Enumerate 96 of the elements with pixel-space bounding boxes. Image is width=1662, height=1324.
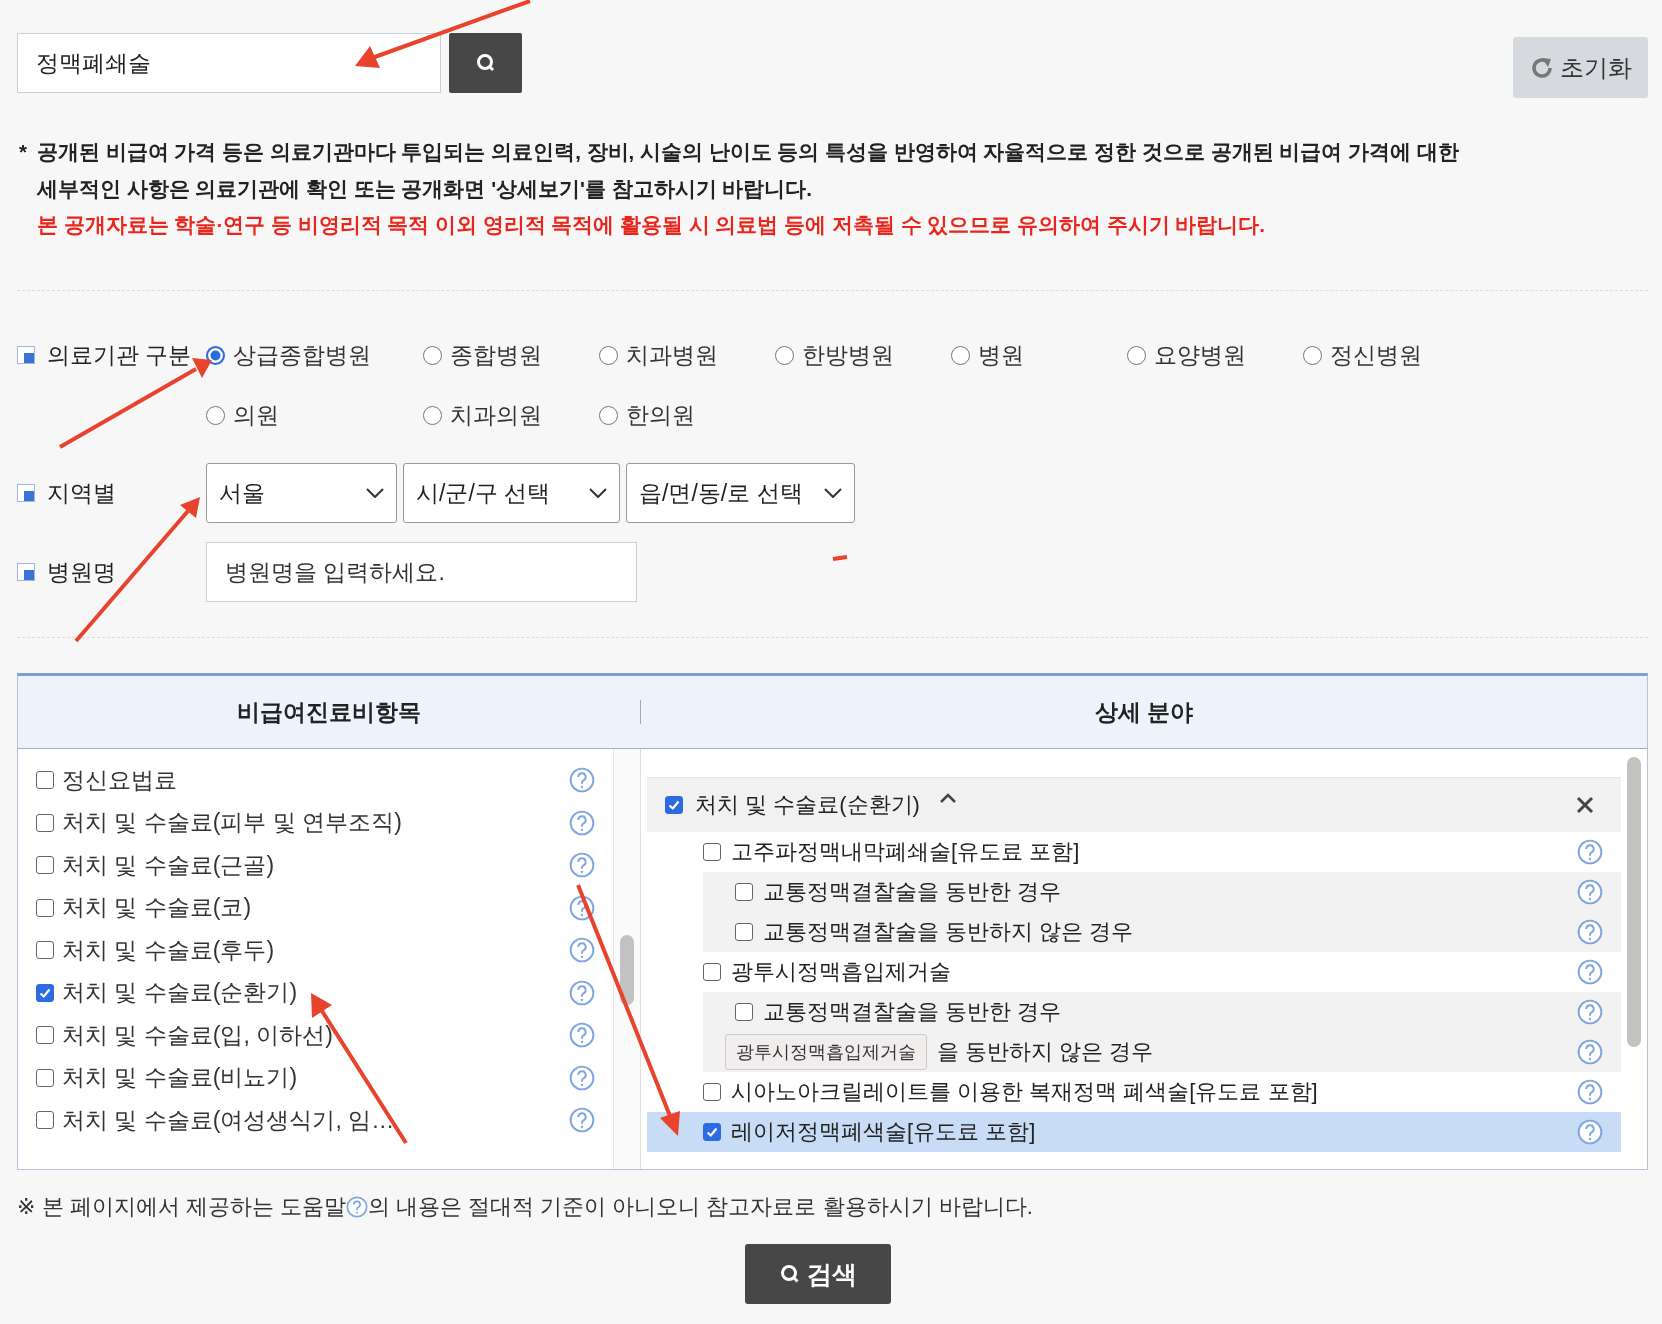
detail-label: 교통정맥결찰술을 동반한 경우 (763, 998, 1062, 1026)
category-label[interactable]: 처치 및 수술료(입, 이하선) (62, 1019, 333, 1051)
sub-detail-row[interactable]: 광투시정맥흡입제거술 을 동반하지 않은 경우 (703, 1032, 1621, 1072)
help-icon[interactable] (569, 937, 595, 964)
checkbox[interactable] (36, 1026, 54, 1045)
checkbox[interactable] (36, 1068, 54, 1087)
help-icon[interactable] (1577, 1079, 1603, 1105)
help-icon[interactable] (569, 979, 595, 1006)
help-icon[interactable] (1577, 1039, 1603, 1065)
detail-label: 광투시정맥흡입제거술 (731, 958, 951, 986)
help-icon[interactable] (1577, 1119, 1603, 1145)
warning-text: 본 공개자료는 학술·연구 등 비영리적 목적 이외 영리적 목적에 활용될 시 의료법 등에 저촉될 수 있으므로 유의하여 주시기 바랍니다. (37, 212, 1267, 238)
filter-label: 병원명 (47, 557, 116, 587)
radio-option[interactable]: 병원 (951, 335, 1075, 375)
checkbox[interactable] (36, 856, 54, 875)
help-icon[interactable] (569, 809, 595, 836)
column-header: 상세 분야 (1093, 697, 1195, 727)
dropdown[interactable]: 시/군/구 선택 (403, 463, 620, 523)
detail-label: 교통정맥결찰술을 동반하지 않은 경우 (763, 918, 1134, 946)
search-icon (778, 1263, 801, 1285)
category-label[interactable]: 처치 및 수술료(비뇨기) (62, 1062, 298, 1094)
category-label[interactable]: 처치 및 수술료(피부 및 연부조직) (62, 807, 402, 839)
help-icon[interactable] (1577, 879, 1603, 905)
radio-option[interactable]: 치과의원 (423, 395, 547, 435)
checkbox[interactable] (735, 883, 753, 901)
checkbox[interactable] (36, 941, 54, 960)
checkbox[interactable] (703, 963, 721, 981)
help-icon[interactable] (569, 894, 595, 921)
checkbox[interactable] (36, 813, 54, 832)
search-button[interactable]: 검색 (744, 1244, 891, 1304)
radio-option[interactable]: 요양병원 (1127, 335, 1251, 375)
detail-row[interactable]: 레이저정맥폐색술[유도료 포함] (647, 1112, 1621, 1152)
help-icon[interactable] (1577, 999, 1603, 1025)
checkbox[interactable] (36, 1111, 54, 1130)
square-bullet-icon (17, 484, 35, 502)
detail-label: 레이저정맥폐색술[유도료 포함] (731, 1118, 1036, 1146)
square-bullet-icon (17, 563, 35, 581)
checkbox[interactable] (665, 796, 683, 814)
category-label[interactable]: 처치 및 수술료(근골) (62, 849, 275, 881)
category-label[interactable]: 처치 및 수술료(순환기) (62, 977, 298, 1009)
chevron-down-icon (589, 488, 607, 498)
help-icon[interactable] (1577, 919, 1603, 945)
radio-option[interactable]: 정신병원 (1303, 335, 1427, 375)
category-label[interactable]: 처치 및 수술료(여성생식기, 임… (62, 1104, 395, 1136)
filter-label: 지역별 (47, 478, 116, 508)
checkbox[interactable] (735, 1003, 753, 1021)
tooltip: 광투시정맥흡입제거술 (725, 1034, 927, 1070)
radio-option[interactable]: 의원 (206, 395, 371, 435)
help-icon[interactable] (569, 852, 595, 879)
help-icon[interactable] (569, 767, 595, 794)
notice-text: * 공개된 비급여 가격 등은 의료기관마다 투입되는 의료인력, 장비, 시술의 난이도 등의 특성을 반영하여 자율적으로 정한 것으로 공개된 비급여 가격에 대한 세부적인 사항은 의료기관에 확인 또는 공개화면 '상세보기'를 참고하시기 바랍니다. (19, 139, 1460, 202)
sub-detail-row[interactable]: 교통정맥결찰술을 동반한 경우 (703, 992, 1621, 1032)
help-icon[interactable] (569, 1022, 595, 1049)
chevron-down-icon (366, 488, 384, 498)
category-label[interactable]: 처치 및 수술료(후두) (62, 934, 275, 966)
square-bullet-icon (17, 346, 35, 364)
detail-label: 고주파정맥내막폐쇄술[유도료 포함] (731, 838, 1080, 866)
sub-detail-row[interactable]: 교통정맥결찰술을 동반하지 않은 경우 (703, 912, 1621, 952)
detail-label: 을 동반하지 않은 경우 (937, 1038, 1154, 1066)
checkbox[interactable] (703, 1083, 721, 1101)
help-icon[interactable] (569, 1064, 595, 1091)
radio-option[interactable]: 치과병원 (599, 335, 723, 375)
search-icon-button[interactable] (449, 33, 522, 93)
radio-option[interactable]: 종합병원 (423, 335, 547, 375)
search-field[interactable]: 정맥폐쇄술 (17, 33, 441, 93)
help-icon[interactable] (569, 1107, 595, 1134)
checkbox[interactable] (36, 983, 54, 1002)
checkbox[interactable] (735, 923, 753, 941)
radio-option[interactable]: 한의원 (599, 395, 723, 435)
detail-label: 교통정맥결찰술을 동반한 경우 (763, 878, 1062, 906)
annotation-mark (832, 555, 848, 561)
checkbox[interactable] (36, 771, 54, 790)
reset-button[interactable]: 초기화 (1513, 37, 1648, 98)
search-icon (474, 52, 497, 74)
help-note-text: ※ 본 페이지에서 제공하는 도움말 (17, 1193, 346, 1221)
help-note-text: 의 내용은 절대적 기준이 아니오니 참고자료로 활용하시기 바랍니다. (367, 1193, 1033, 1221)
column-header: 비급여진료비항목 (18, 700, 641, 724)
detail-label: 시아노아크릴레이트를 이용한 복재정맥 폐색술[유도료 포함] (731, 1078, 1318, 1106)
chevron-down-icon (824, 488, 842, 498)
sub-detail-row[interactable]: 교통정맥결찰술을 동반한 경우 (703, 872, 1621, 912)
dropdown[interactable]: 서울 (206, 463, 397, 523)
category-label[interactable]: 처치 및 수술료(코) (62, 892, 252, 924)
checkbox[interactable] (36, 898, 54, 917)
help-icon (345, 1196, 368, 1218)
category-label[interactable]: 정신요법료 (62, 764, 177, 796)
scrollbar[interactable] (613, 749, 640, 1169)
hospital-name-field[interactable]: 병원명을 입력하세요. (206, 542, 637, 602)
checkbox[interactable] (703, 1123, 721, 1141)
group-label: 처치 및 수술료(순환기) (695, 791, 920, 819)
help-icon[interactable] (1577, 839, 1603, 865)
dropdown[interactable]: 읍/면/동/로 선택 (626, 463, 855, 523)
checkbox[interactable] (703, 843, 721, 861)
close-icon[interactable] (1575, 795, 1595, 815)
filter-label: 의료기관 구분 (47, 340, 192, 370)
help-icon[interactable] (1577, 959, 1603, 985)
radio-option[interactable]: 한방병원 (775, 335, 899, 375)
